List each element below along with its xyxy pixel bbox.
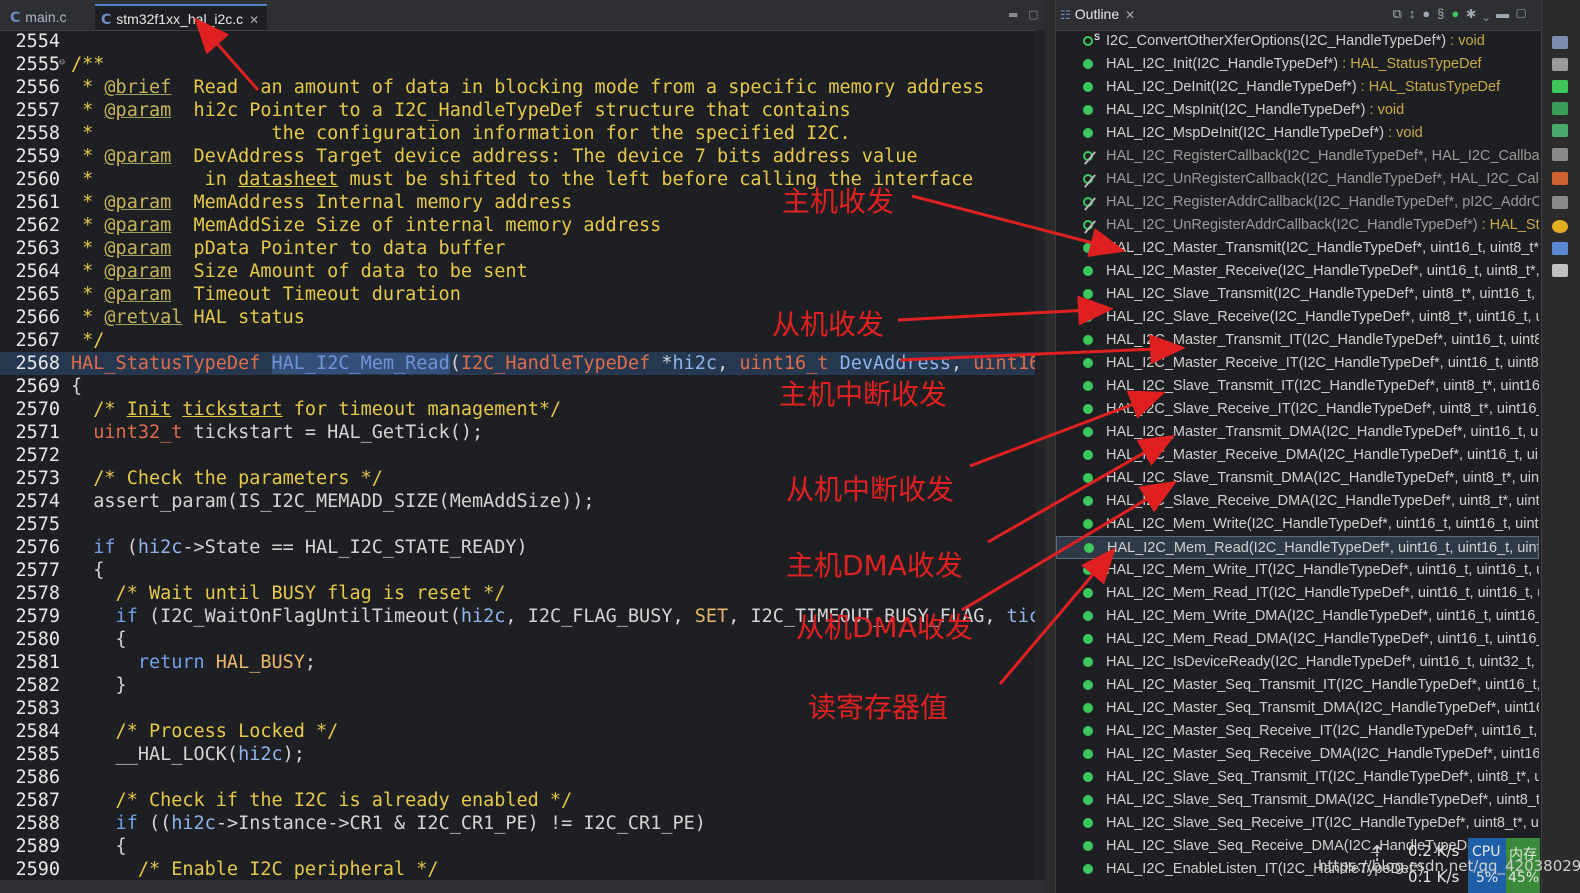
- annotation-master-it: 主机中断收发: [779, 378, 948, 411]
- annotation-master-rxtx: 主机收发: [782, 185, 895, 218]
- annotation-slave-dma: 从机DMA收发: [796, 611, 973, 644]
- arrow-slave-dma: [961, 480, 1178, 612]
- arrow-master-it: [899, 334, 1186, 365]
- annotation-arrows: [194, 17, 1186, 685]
- annotation-slave-rxtx: 从机收发: [772, 308, 885, 341]
- arrow-master-dma: [987, 435, 1176, 544]
- arrow-slave-it: [969, 390, 1166, 468]
- arrow-slave: [897, 295, 1114, 326]
- annotation-master-dma: 主机DMA收发: [786, 549, 963, 582]
- annotation-read-register: 读寄存器值: [808, 691, 949, 724]
- arrow-master: [911, 194, 1126, 257]
- arrow-tab: [194, 17, 260, 91]
- watermark: https://blog.csdn.net/qq_42038029: [1318, 857, 1580, 875]
- annotation-slave-it: 从机中断收发: [786, 473, 955, 506]
- arrow-read-reg: [998, 547, 1116, 685]
